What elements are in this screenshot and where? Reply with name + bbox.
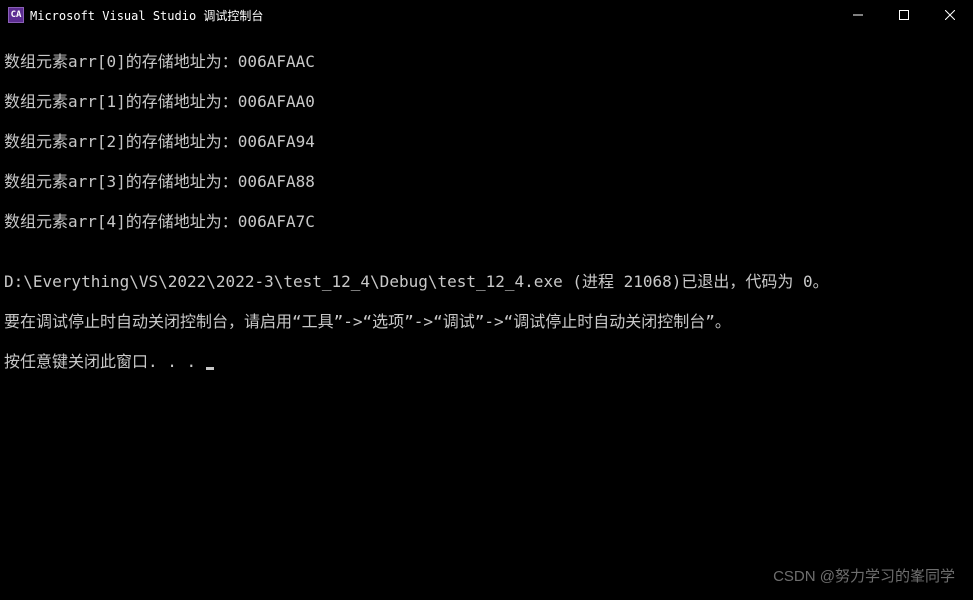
watermark: CSDN @努力学习的峯同学: [773, 565, 955, 586]
console-line: 数组元素arr[2]的存储地址为：006AFA94: [4, 132, 969, 152]
close-icon: [945, 10, 955, 20]
window-controls: [835, 0, 973, 30]
console-output: 数组元素arr[0]的存储地址为：006AFAAC 数组元素arr[1]的存储地…: [0, 30, 973, 394]
titlebar: CA Microsoft Visual Studio 调试控制台: [0, 0, 973, 30]
console-line: 数组元素arr[4]的存储地址为：006AFA7C: [4, 212, 969, 232]
console-line: 数组元素arr[0]的存储地址为：006AFAAC: [4, 52, 969, 72]
minimize-icon: [853, 10, 863, 20]
console-line: 数组元素arr[3]的存储地址为：006AFA88: [4, 172, 969, 192]
app-icon: CA: [8, 7, 24, 23]
close-button[interactable]: [927, 0, 973, 30]
maximize-button[interactable]: [881, 0, 927, 30]
console-line: 要在调试停止时自动关闭控制台，请启用“工具”->“选项”->“调试”->“调试停…: [4, 312, 969, 332]
app-icon-text: CA: [11, 10, 22, 20]
minimize-button[interactable]: [835, 0, 881, 30]
console-prompt: 按任意键关闭此窗口. . .: [4, 352, 969, 372]
console-line: D:\Everything\VS\2022\2022-3\test_12_4\D…: [4, 272, 969, 292]
console-line: 数组元素arr[1]的存储地址为：006AFAA0: [4, 92, 969, 112]
cursor: [206, 367, 214, 370]
maximize-icon: [899, 10, 909, 20]
window-title: Microsoft Visual Studio 调试控制台: [30, 7, 835, 24]
prompt-text: 按任意键关闭此窗口. . .: [4, 352, 206, 371]
